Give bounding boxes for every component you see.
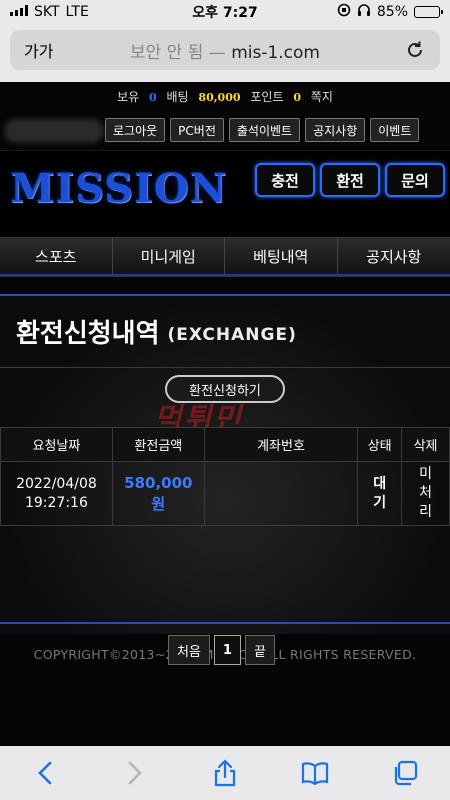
table-row: 2022/04/08 19:27:16 580,000 원 대기 미처리 — [0, 461, 450, 526]
signal-icon — [10, 4, 28, 20]
nav-notice[interactable]: 공지사항 — [337, 238, 450, 276]
site-logo[interactable]: MISSION — [10, 165, 227, 212]
exchange-content: 환전신청내역 (EXCHANGE) 먹튀민 환전신청하기 요청날짜 환전금액 계… — [0, 294, 450, 665]
notice-button[interactable]: 공지사항 — [305, 118, 366, 142]
browser-header: 가가 보안 안 됨 — mis-1.com — [0, 24, 450, 82]
page-subtitle: (EXCHANGE) — [167, 324, 297, 345]
battery-percent: 85% — [376, 4, 408, 20]
charge-button[interactable]: 충전 — [255, 163, 315, 197]
browser-toolbar — [0, 746, 450, 800]
address-bar[interactable]: 가가 보안 안 됨 — mis-1.com — [10, 30, 440, 70]
footer-divider — [0, 622, 450, 624]
bookmarks-icon[interactable] — [300, 758, 330, 788]
site-viewport: 보유 0 배팅 80,000 포인트 0 쪽지 로그아웃 PC버전 출석이벤트 … — [0, 82, 450, 746]
top-button-group: 로그아웃 PC버전 출석이벤트 공지사항 이벤트 — [105, 118, 420, 142]
exchange-table: 요청날짜 환전금액 계좌번호 상태 삭제 2022/04/08 19:27:16… — [0, 427, 450, 526]
carrier-label: SKT — [34, 4, 60, 20]
col-account: 계좌번호 — [203, 427, 359, 462]
pc-version-button[interactable]: PC버전 — [170, 118, 224, 142]
tabs-icon[interactable] — [390, 758, 420, 788]
page-header: 환전신청내역 (EXCHANGE) — [0, 296, 450, 368]
page-first-button[interactable]: 처음 — [168, 635, 210, 665]
inquiry-button[interactable]: 문의 — [385, 163, 445, 197]
status-badge: 대기 — [373, 475, 387, 511]
reload-icon[interactable] — [404, 39, 426, 61]
point-value: 0 — [293, 91, 301, 104]
bet-label: 배팅 — [166, 90, 189, 104]
nav-bet-history[interactable]: 베팅내역 — [225, 238, 338, 276]
event-button[interactable]: 이벤트 — [370, 118, 420, 142]
exchange-request-button[interactable]: 환전신청하기 — [165, 375, 285, 403]
url-domain: mis-1.com — [231, 42, 320, 63]
page-title: 환전신청내역 — [16, 319, 160, 349]
cell-amount: 580,000 원 — [111, 461, 205, 526]
nav-minigame[interactable]: 미니게임 — [112, 238, 225, 276]
pagination: 처음 1 끝 — [168, 635, 275, 665]
cell-delete: 미처리 — [401, 461, 450, 526]
cell-date: 2022/04/08 19:27:16 — [0, 461, 113, 526]
orientation-lock-icon — [337, 3, 351, 21]
headphones-icon — [357, 3, 371, 21]
nav-sports[interactable]: 스포츠 — [0, 238, 113, 276]
page-last-button[interactable]: 끝 — [244, 635, 275, 665]
col-request-date: 요청날짜 — [0, 427, 113, 462]
attendance-event-button[interactable]: 출석이벤트 — [228, 118, 301, 142]
logo-band: MISSION 충전 환전 문의 — [0, 150, 450, 232]
date-text: 2022/04/08 — [16, 475, 97, 492]
exchange-button[interactable]: 환전 — [320, 163, 380, 197]
status-left: SKT LTE — [10, 4, 89, 20]
forward-icon[interactable] — [120, 758, 150, 788]
time-text: 19:27:16 — [24, 494, 88, 511]
battery-icon — [414, 6, 443, 18]
bet-value: 80,000 — [198, 91, 241, 104]
amount-value: 580,000 — [124, 474, 193, 493]
username-redacted — [4, 119, 104, 143]
share-icon[interactable] — [210, 758, 240, 788]
balance-value: 0 — [149, 91, 157, 104]
point-label: 포인트 — [250, 90, 284, 104]
amount-unit: 원 — [151, 494, 166, 513]
page-1-button[interactable]: 1 — [213, 635, 241, 665]
network-label: LTE — [65, 4, 89, 20]
cell-status: 대기 — [357, 461, 403, 526]
col-delete: 삭제 — [401, 427, 450, 462]
url-display[interactable]: 보안 안 됨 — mis-1.com — [10, 38, 440, 63]
insecure-label: 보안 안 됨 — [130, 42, 204, 63]
balance-label: 보유 — [117, 90, 140, 104]
cell-account — [203, 461, 359, 526]
col-amount: 환전금액 — [111, 427, 205, 462]
account-info-row: 보유 0 배팅 80,000 포인트 0 쪽지 — [0, 88, 450, 105]
logout-button[interactable]: 로그아웃 — [105, 118, 166, 142]
url-separator: — — [208, 42, 226, 63]
text-size-button[interactable]: 가가 — [24, 38, 53, 62]
delete-status[interactable]: 미처리 — [419, 465, 433, 522]
back-icon[interactable] — [30, 758, 60, 788]
status-bar: SKT LTE 오후 7:27 85% — [0, 0, 450, 24]
main-nav: 스포츠 미니게임 베팅내역 공지사항 — [0, 237, 450, 277]
table-header-row: 요청날짜 환전금액 계좌번호 상태 삭제 — [0, 427, 450, 462]
status-right: 85% — [337, 3, 443, 21]
message-link[interactable]: 쪽지 — [311, 90, 333, 104]
col-status: 상태 — [357, 427, 403, 462]
